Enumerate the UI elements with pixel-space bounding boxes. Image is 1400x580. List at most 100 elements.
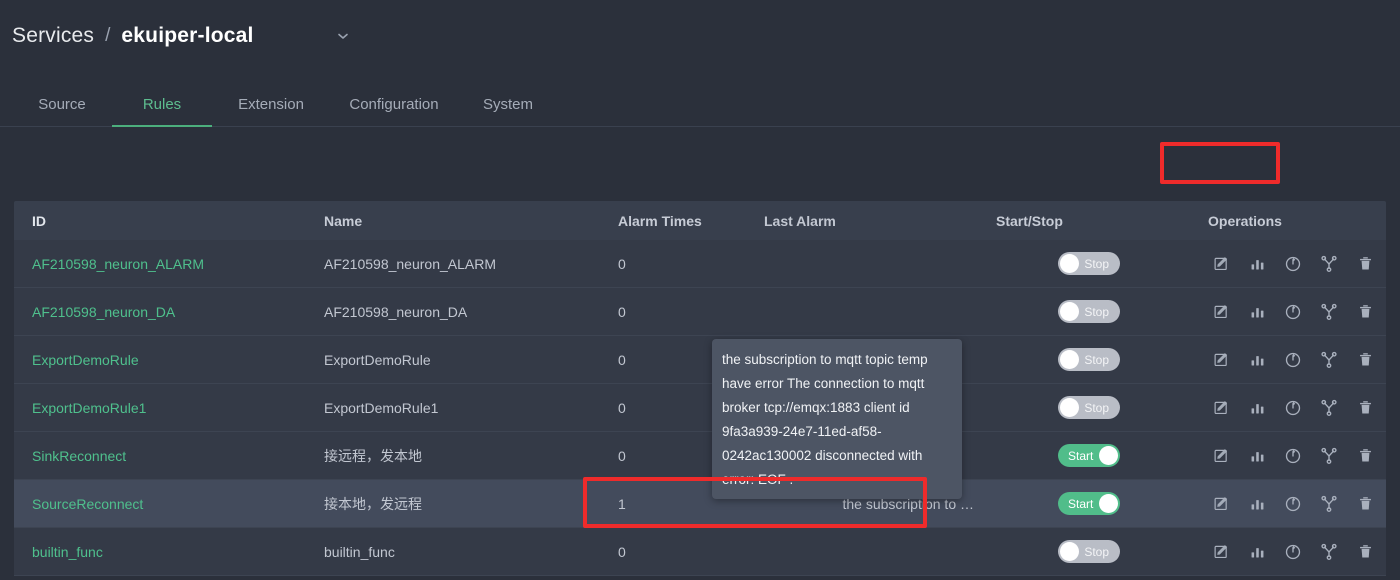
bar-chart-icon[interactable] (1248, 494, 1267, 513)
edit-icon[interactable] (1212, 254, 1231, 273)
rule-name: 接本地，发远程 (324, 494, 618, 514)
alarm-times-value: 0 (618, 544, 764, 560)
rule-name: 接远程，发本地 (324, 446, 618, 466)
start-stop-cell: Start (978, 492, 1200, 515)
restart-icon[interactable] (1284, 254, 1303, 273)
start-stop-toggle[interactable]: Stop (1058, 300, 1120, 323)
toggle-knob (1060, 398, 1079, 417)
table-row[interactable]: AF210598_neuron_DAAF210598_neuron_DA0Sto… (14, 288, 1386, 336)
start-stop-toggle[interactable]: Stop (1058, 396, 1120, 419)
edit-icon[interactable] (1212, 398, 1231, 417)
restart-icon[interactable] (1284, 446, 1303, 465)
delete-icon[interactable] (1356, 494, 1375, 513)
rule-id-link[interactable]: AF210598_neuron_ALARM (14, 256, 324, 272)
column-header-name: Name (324, 213, 618, 229)
start-stop-toggle[interactable]: Stop (1058, 348, 1120, 371)
delete-icon[interactable] (1356, 398, 1375, 417)
restart-icon[interactable] (1284, 350, 1303, 369)
bar-chart-icon[interactable] (1248, 302, 1267, 321)
breadcrumb-current: ekuiper-local (121, 24, 253, 48)
table-row[interactable]: ExportDemoRule1ExportDemoRule10Stop (14, 384, 1386, 432)
tab-extension-label: Extension (238, 96, 304, 113)
topology-icon[interactable] (1320, 542, 1339, 561)
table-row[interactable]: ExportDemoRuleExportDemoRule0Stop (14, 336, 1386, 384)
operations-cell (1200, 254, 1386, 273)
operations-cell (1200, 494, 1386, 513)
start-stop-toggle-label: Stop (1084, 353, 1109, 367)
bar-chart-icon[interactable] (1248, 398, 1267, 417)
rule-id-link[interactable]: builtin_func (14, 544, 324, 560)
topology-icon[interactable] (1320, 302, 1339, 321)
tab-system[interactable]: System (458, 96, 558, 126)
bar-chart-icon[interactable] (1248, 542, 1267, 561)
edit-icon[interactable] (1212, 350, 1231, 369)
rules-table: ID Name Alarm Times Last Alarm Start/Sto… (14, 201, 1386, 576)
start-stop-cell: Stop (978, 540, 1200, 563)
start-stop-toggle[interactable]: Stop (1058, 252, 1120, 275)
tab-source-label: Source (38, 96, 86, 113)
toggle-knob (1060, 542, 1079, 561)
start-stop-toggle-label: Stop (1084, 401, 1109, 415)
breadcrumb-separator: / (105, 25, 110, 47)
table-row[interactable]: SourceReconnect接本地，发远程1the subscription … (14, 480, 1386, 528)
tab-source[interactable]: Source (12, 96, 112, 126)
topology-icon[interactable] (1320, 350, 1339, 369)
tab-rules-label: Rules (143, 96, 181, 113)
rule-id-link[interactable]: ExportDemoRule (14, 352, 324, 368)
delete-icon[interactable] (1356, 542, 1375, 561)
restart-icon[interactable] (1284, 542, 1303, 561)
alarm-times-value: 0 (618, 304, 764, 320)
start-stop-toggle-label: Stop (1084, 257, 1109, 271)
delete-icon[interactable] (1356, 302, 1375, 321)
bar-chart-icon[interactable] (1248, 350, 1267, 369)
rule-id-link[interactable]: SinkReconnect (14, 448, 324, 464)
breadcrumb: Services / ekuiper-local (0, 0, 1400, 72)
start-stop-toggle-label: Stop (1084, 305, 1109, 319)
delete-icon[interactable] (1356, 254, 1375, 273)
start-stop-cell: Stop (978, 300, 1200, 323)
edit-icon[interactable] (1212, 446, 1231, 465)
bar-chart-icon[interactable] (1248, 446, 1267, 465)
topology-icon[interactable] (1320, 254, 1339, 273)
topology-icon[interactable] (1320, 398, 1339, 417)
rule-name: ExportDemoRule1 (324, 400, 618, 416)
edit-icon[interactable] (1212, 302, 1231, 321)
column-header-id: ID (14, 213, 324, 229)
topology-icon[interactable] (1320, 494, 1339, 513)
delete-icon[interactable] (1356, 350, 1375, 369)
rule-id-link[interactable]: ExportDemoRule1 (14, 400, 324, 416)
rule-name: AF210598_neuron_DA (324, 304, 618, 320)
delete-icon[interactable] (1356, 446, 1375, 465)
rule-id-link[interactable]: AF210598_neuron_DA (14, 304, 324, 320)
table-row[interactable]: AF210598_neuron_ALARMAF210598_neuron_ALA… (14, 240, 1386, 288)
start-stop-toggle[interactable]: Start (1058, 444, 1120, 467)
edit-icon[interactable] (1212, 494, 1231, 513)
tab-rules[interactable]: Rules (112, 96, 212, 126)
restart-icon[interactable] (1284, 398, 1303, 417)
restart-icon[interactable] (1284, 494, 1303, 513)
rule-id-link[interactable]: SourceReconnect (14, 496, 324, 512)
rule-name: ExportDemoRule (324, 352, 618, 368)
operations-cell (1200, 542, 1386, 561)
edit-icon[interactable] (1212, 542, 1231, 561)
toggle-knob (1060, 302, 1079, 321)
breadcrumb-root[interactable]: Services (12, 24, 94, 48)
topology-icon[interactable] (1320, 446, 1339, 465)
bar-chart-icon[interactable] (1248, 254, 1267, 273)
tab-configuration[interactable]: Configuration (330, 96, 458, 126)
restart-icon[interactable] (1284, 302, 1303, 321)
table-row[interactable]: SinkReconnect接远程，发本地0Start (14, 432, 1386, 480)
start-stop-cell: Stop (978, 396, 1200, 419)
start-stop-toggle-label: Start (1068, 449, 1093, 463)
start-stop-toggle[interactable]: Start (1058, 492, 1120, 515)
operations-cell (1200, 446, 1386, 465)
operations-cell (1200, 398, 1386, 417)
start-stop-cell: Stop (978, 252, 1200, 275)
tab-system-label: System (483, 96, 533, 113)
rules-page: Services / ekuiper-local Source Rules Ex… (0, 0, 1400, 580)
last-alarm-tooltip: the subscription to mqtt topic temp have… (712, 339, 962, 499)
table-row[interactable]: builtin_funcbuiltin_func0Stop (14, 528, 1386, 576)
chevron-down-icon[interactable] (332, 25, 354, 47)
start-stop-toggle[interactable]: Stop (1058, 540, 1120, 563)
tab-extension[interactable]: Extension (212, 96, 330, 126)
